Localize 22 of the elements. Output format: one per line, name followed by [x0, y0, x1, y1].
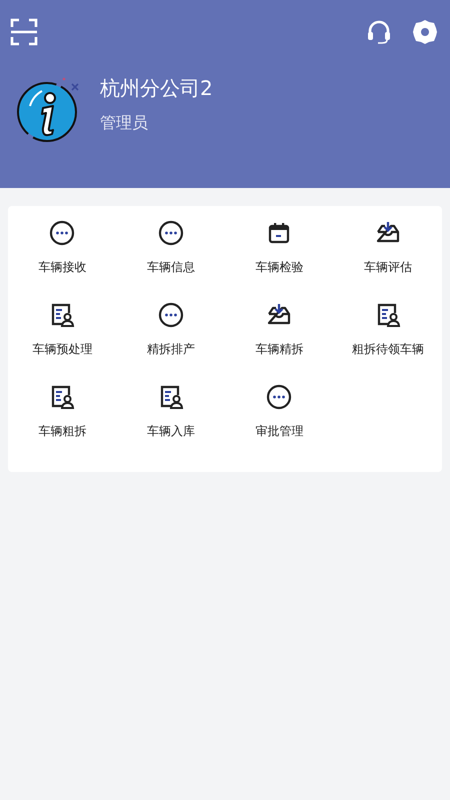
- menu-item[interactable]: 车辆接收: [8, 220, 116, 302]
- menu-item[interactable]: 车辆检验: [225, 220, 334, 302]
- settings-icon[interactable]: [412, 19, 438, 45]
- document-user-icon: [49, 302, 76, 328]
- menu-item[interactable]: 车辆入库: [116, 384, 225, 466]
- more-icon: [158, 302, 184, 328]
- menu-item[interactable]: 车辆信息: [116, 220, 225, 302]
- menu-item[interactable]: 车辆预处理: [8, 302, 116, 384]
- menu-item[interactable]: 车辆精拆: [225, 302, 334, 384]
- more-icon: [266, 384, 292, 410]
- menu-item[interactable]: 精拆排产: [116, 302, 225, 384]
- scan-icon[interactable]: [10, 18, 38, 46]
- menu-item[interactable]: 审批管理: [225, 384, 334, 466]
- company-name: 杭州分公司2: [100, 75, 213, 101]
- menu-item[interactable]: 车辆评估: [334, 220, 442, 302]
- headset-icon[interactable]: [366, 19, 392, 45]
- menu-item[interactable]: 粗拆待领车辆: [334, 302, 442, 384]
- document-user-icon: [49, 384, 76, 410]
- menu-item[interactable]: 车辆粗拆: [8, 384, 116, 466]
- more-icon: [49, 220, 76, 246]
- user-role: 管理员: [100, 113, 149, 133]
- more-icon: [158, 220, 184, 246]
